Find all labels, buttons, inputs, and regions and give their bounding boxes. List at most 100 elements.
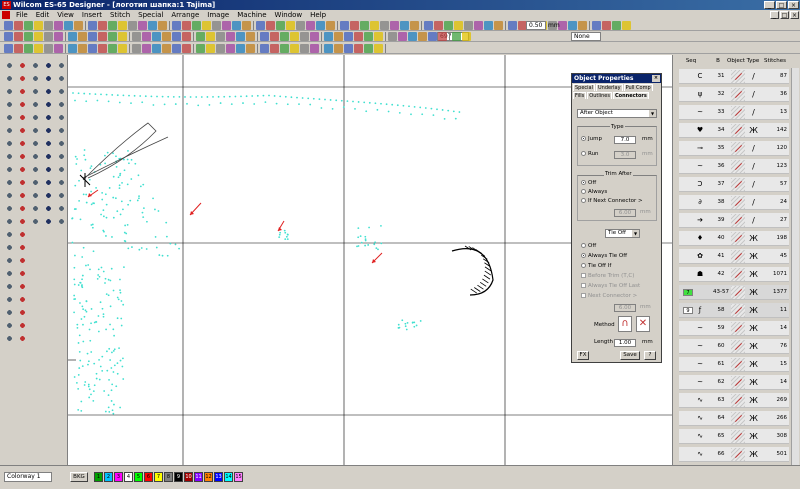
toolbar-button[interactable] [286, 21, 295, 30]
tie-method-1-icon[interactable]: ∩ [618, 316, 632, 332]
close-icon[interactable]: × [652, 75, 660, 82]
tool-button[interactable] [30, 73, 41, 84]
tool-button[interactable] [30, 99, 41, 110]
color-swatch[interactable]: 12 [204, 472, 213, 482]
film-scrollbar[interactable] [791, 68, 799, 465]
toolbar-button[interactable] [88, 44, 97, 53]
tool-button[interactable] [17, 177, 28, 188]
save-button[interactable]: Save [620, 351, 640, 360]
color-swatch[interactable]: 9 [174, 472, 183, 482]
tool-button[interactable] [4, 138, 15, 149]
tool-button[interactable] [56, 164, 67, 175]
toolbar-button[interactable] [202, 21, 211, 30]
toolbar-button[interactable] [152, 44, 161, 53]
color-swatch[interactable]: 7 [154, 472, 163, 482]
tool-button[interactable] [4, 216, 15, 227]
toolbar-button[interactable] [354, 44, 363, 53]
toolbar-button[interactable] [24, 21, 33, 30]
tool-button[interactable] [17, 60, 28, 71]
toolbar-button[interactable] [88, 32, 97, 41]
toolbar-button[interactable] [88, 21, 97, 30]
toolbar-button[interactable] [578, 21, 587, 30]
toolbar-button[interactable] [226, 44, 235, 53]
tool-button[interactable] [43, 164, 54, 175]
toolbar-button[interactable] [364, 44, 373, 53]
toolbar-button[interactable] [464, 21, 473, 30]
toolbar-button[interactable] [34, 44, 43, 53]
tool-button[interactable] [17, 99, 28, 110]
tool-button[interactable] [17, 112, 28, 123]
group-badge[interactable]: 7 [683, 289, 693, 296]
tool-button[interactable] [56, 112, 67, 123]
toolbar-button[interactable] [34, 32, 43, 41]
tool-button[interactable] [56, 99, 67, 110]
toolbar-button[interactable] [196, 32, 205, 41]
toolbar-button[interactable] [74, 21, 83, 30]
color-swatch[interactable]: 13 [214, 472, 223, 482]
tool-button[interactable] [56, 60, 67, 71]
toolbar-button[interactable] [246, 32, 255, 41]
film-row[interactable]: ♥ 34 Ж 142 [679, 123, 789, 138]
menu-window[interactable]: Window [271, 10, 307, 20]
toolbar-button[interactable] [142, 44, 151, 53]
tool-button[interactable] [17, 242, 28, 253]
tab-connectors[interactable]: Connectors [613, 92, 649, 99]
tool-button[interactable] [56, 138, 67, 149]
toolbar-button[interactable] [290, 44, 299, 53]
toolbar-button[interactable] [34, 21, 43, 30]
toolbar-button[interactable] [398, 32, 407, 41]
tool-button[interactable] [43, 190, 54, 201]
toolbar-button[interactable] [270, 32, 279, 41]
tool-button[interactable] [56, 151, 67, 162]
toolbar-button[interactable] [54, 32, 63, 41]
toolbar-button[interactable] [324, 44, 333, 53]
toolbar-button[interactable] [344, 32, 353, 41]
menu-file[interactable]: File [12, 10, 32, 20]
toolbar-button[interactable] [182, 32, 191, 41]
film-row[interactable]: 9 ƒ 58 Ж 11 [679, 303, 789, 318]
tool-button[interactable] [17, 138, 28, 149]
color-select[interactable]: None [571, 32, 601, 41]
film-row[interactable]: ∿ 66 Ж 501 [679, 447, 789, 462]
film-row[interactable]: ~59 Ж 14 [679, 321, 789, 336]
toolbar-button[interactable] [354, 32, 363, 41]
color-swatch[interactable]: 6 [144, 472, 153, 482]
tool-button[interactable] [30, 151, 41, 162]
toolbar-button[interactable] [98, 44, 107, 53]
toolbar-button[interactable] [216, 32, 225, 41]
toolbar-button[interactable] [182, 44, 191, 53]
toolbar-button[interactable] [44, 44, 53, 53]
app-icon[interactable]: ES [2, 1, 11, 9]
color-swatch[interactable]: 4 [124, 472, 133, 482]
color-swatch[interactable]: 8 [164, 472, 173, 482]
tool-button[interactable] [17, 203, 28, 214]
tool-button[interactable] [17, 164, 28, 175]
toolbar-button[interactable] [296, 21, 305, 30]
tool-button[interactable] [17, 281, 28, 292]
tool-button[interactable] [43, 112, 54, 123]
film-row[interactable]: ~33 / 13 [679, 105, 789, 120]
toolbar-button[interactable] [474, 21, 483, 30]
color-swatch[interactable]: 11 [194, 472, 203, 482]
film-row[interactable]: ∿ 64 Ж 266 [679, 411, 789, 426]
toolbar-button[interactable] [508, 21, 517, 30]
toolbar-button[interactable] [54, 21, 63, 30]
tab-outlines[interactable]: Outlines [587, 92, 612, 99]
toolbar-button[interactable] [232, 21, 241, 30]
tool-button[interactable] [17, 86, 28, 97]
toolbar-button[interactable] [162, 32, 171, 41]
toolbar-button[interactable] [242, 21, 251, 30]
before-trim-checkbox[interactable]: Before Trim (T,C) [581, 273, 634, 280]
maximize-button[interactable]: □ [776, 1, 787, 9]
trim-always-radio[interactable]: Always [581, 189, 607, 196]
tool-button[interactable] [43, 99, 54, 110]
film-row[interactable]: ψ 32 / 36 [679, 87, 789, 102]
menu-special[interactable]: Special [134, 10, 167, 20]
tool-button[interactable] [4, 333, 15, 344]
toolbar-button[interactable] [236, 32, 245, 41]
toolbar-button[interactable] [568, 21, 577, 30]
film-row[interactable]: ➔ 39 / 27 [679, 213, 789, 228]
tool-button[interactable] [30, 216, 41, 227]
toolbar-button[interactable] [410, 21, 419, 30]
toolbar-button[interactable] [98, 21, 107, 30]
